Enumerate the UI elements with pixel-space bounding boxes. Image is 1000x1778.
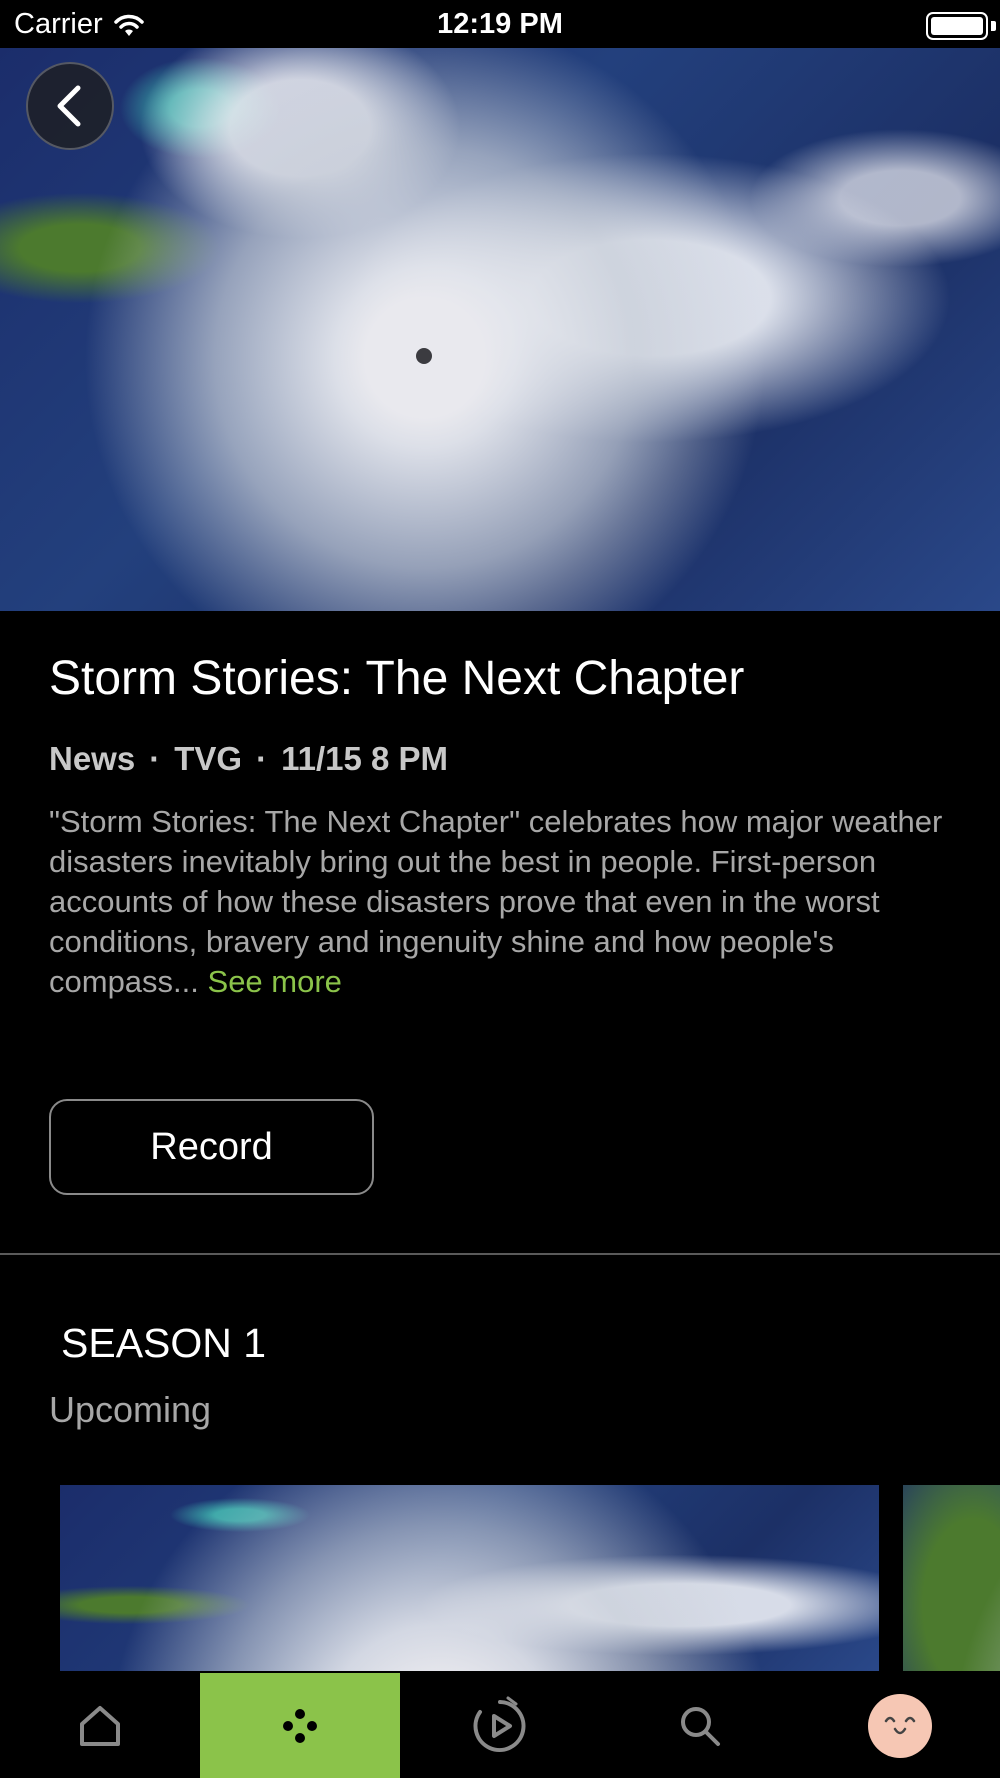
episode-thumbnail xyxy=(903,1485,1000,1671)
tab-home[interactable] xyxy=(0,1673,200,1778)
tab-search[interactable] xyxy=(600,1673,800,1778)
status-bar: Carrier 12:19 PM xyxy=(0,0,1000,48)
episode-card[interactable] xyxy=(60,1485,879,1671)
genre-label: News xyxy=(49,740,136,777)
home-icon xyxy=(80,1705,120,1746)
battery-icon xyxy=(926,12,988,40)
replay-play-icon xyxy=(473,1696,526,1752)
program-meta: News · TVG · 11/15 8 PM xyxy=(49,740,448,778)
meta-separator: · xyxy=(149,740,161,777)
grid-dots-icon xyxy=(283,1708,317,1743)
divider xyxy=(0,1253,1000,1255)
chevron-left-icon xyxy=(57,85,81,127)
clock: 12:19 PM xyxy=(437,8,563,40)
search-icon xyxy=(681,1706,720,1746)
meta-separator: · xyxy=(256,740,268,777)
hero-image xyxy=(0,48,1000,611)
back-button[interactable] xyxy=(26,62,114,150)
tab-replay[interactable] xyxy=(400,1673,600,1778)
tab-browse[interactable] xyxy=(200,1673,400,1778)
episode-thumbnail xyxy=(60,1485,879,1671)
program-description: "Storm Stories: The Next Chapter" celebr… xyxy=(49,802,969,1002)
episode-card[interactable] xyxy=(903,1485,1000,1671)
season-subtitle: Upcoming xyxy=(49,1389,212,1430)
program-title: Storm Stories: The Next Chapter xyxy=(49,652,745,705)
tab-bar xyxy=(0,1673,1000,1778)
hurricane-satellite-image xyxy=(0,48,1000,611)
description-text: "Storm Stories: The Next Chapter" celebr… xyxy=(49,804,943,999)
smile-face-icon xyxy=(884,1716,916,1734)
see-more-link[interactable]: See more xyxy=(208,964,342,999)
rating-label: TVG xyxy=(174,740,243,777)
tab-profile[interactable] xyxy=(800,1673,1000,1778)
airing-time: 11/15 8 PM xyxy=(281,740,449,777)
profile-avatar-icon xyxy=(868,1693,932,1758)
season-title: SEASON 1 xyxy=(61,1320,267,1366)
record-button[interactable]: Record xyxy=(49,1099,374,1195)
